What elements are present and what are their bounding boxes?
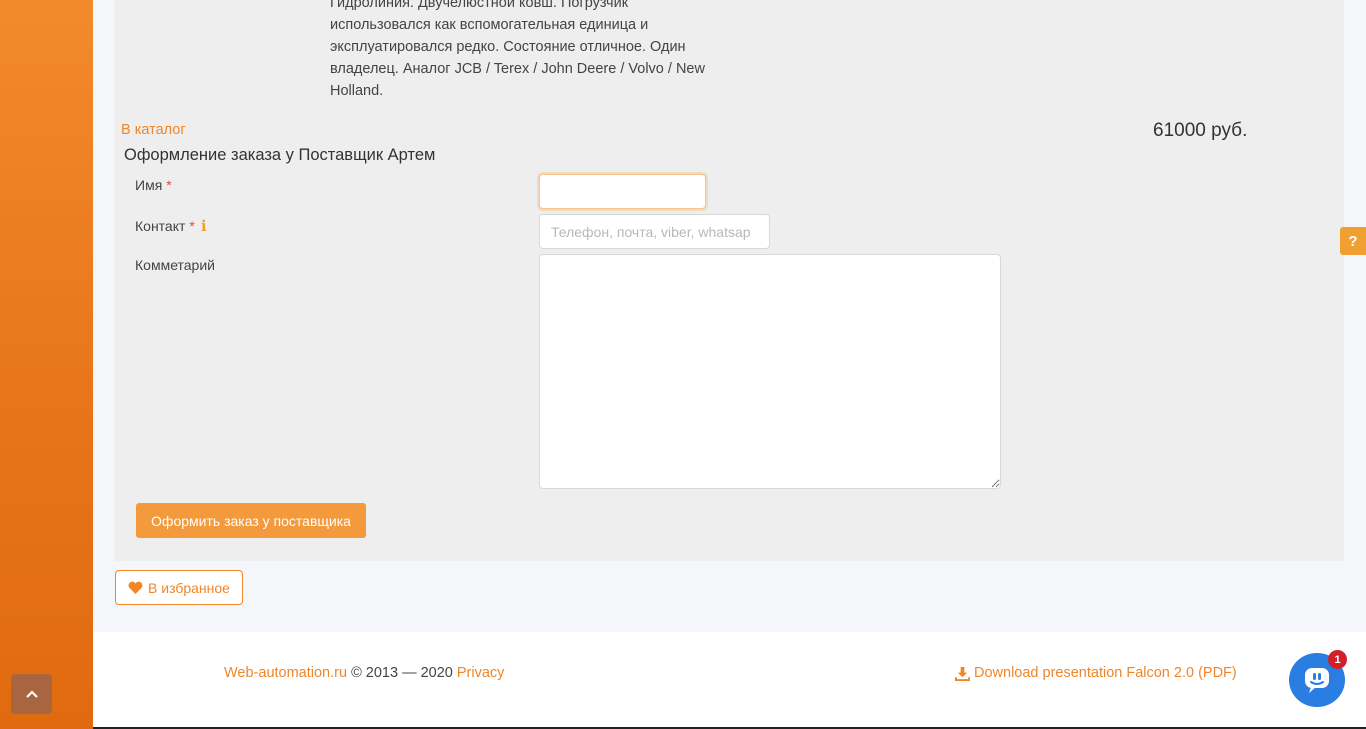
product-price: 61000 руб. — [1153, 120, 1248, 141]
add-to-favorites-button[interactable]: В избранное — [115, 570, 243, 605]
catalog-link[interactable]: В каталог — [121, 122, 186, 138]
privacy-link[interactable]: Privacy — [457, 665, 505, 681]
required-mark: * — [189, 218, 195, 234]
scroll-to-top-button[interactable] — [11, 674, 52, 714]
chevron-up-icon — [25, 690, 38, 698]
download-presentation-link[interactable]: Download presentation Falcon 2.0 (PDF) — [955, 665, 1237, 681]
order-form-title: Оформление заказа у Поставщик Артем — [124, 146, 436, 164]
info-icon[interactable]: ℹ — [201, 218, 207, 235]
contact-input[interactable] — [539, 214, 770, 249]
chat-notification-badge: 1 — [1328, 650, 1347, 669]
product-description: Гидролиния. Двучелюстной ковш. Погрузчик… — [330, 0, 730, 102]
chat-icon — [1305, 668, 1329, 693]
name-field-label: Имя * — [135, 177, 172, 193]
submit-order-button[interactable]: Оформить заказ у поставщика — [136, 503, 366, 538]
name-label-text: Имя — [135, 177, 163, 193]
contact-field-label: Контакт * ℹ — [135, 217, 207, 235]
site-link[interactable]: Web-automation.ru — [224, 665, 347, 681]
heart-icon — [128, 581, 143, 594]
description-line: эксплуатировался редко. Состояние отличн… — [330, 39, 686, 55]
comment-field-label: Комметарий — [135, 257, 215, 273]
description-line: Holland. — [330, 83, 384, 99]
contact-label-text: Контакт — [135, 218, 186, 234]
footer-copyright: Web-automation.ru © 2013 — 2020 Privacy — [224, 665, 504, 681]
description-line: использовался как вспомогательная единиц… — [330, 17, 649, 33]
help-tab[interactable]: ? — [1340, 227, 1366, 255]
required-mark: * — [166, 177, 172, 193]
copyright-text: © 2013 — 2020 — [347, 665, 457, 681]
description-line: владелец. Аналог JCB / Terex / John Deer… — [330, 61, 705, 77]
comment-textarea[interactable] — [539, 254, 1001, 489]
name-input[interactable] — [539, 174, 706, 209]
download-link-text[interactable]: Download presentation Falcon 2.0 (PDF) — [974, 665, 1237, 681]
sidebar — [0, 0, 93, 729]
favorites-label: В избранное — [148, 579, 230, 596]
description-line: Гидролиния. Двучелюстной ковш. Погрузчик — [330, 0, 629, 11]
download-icon — [955, 666, 970, 681]
